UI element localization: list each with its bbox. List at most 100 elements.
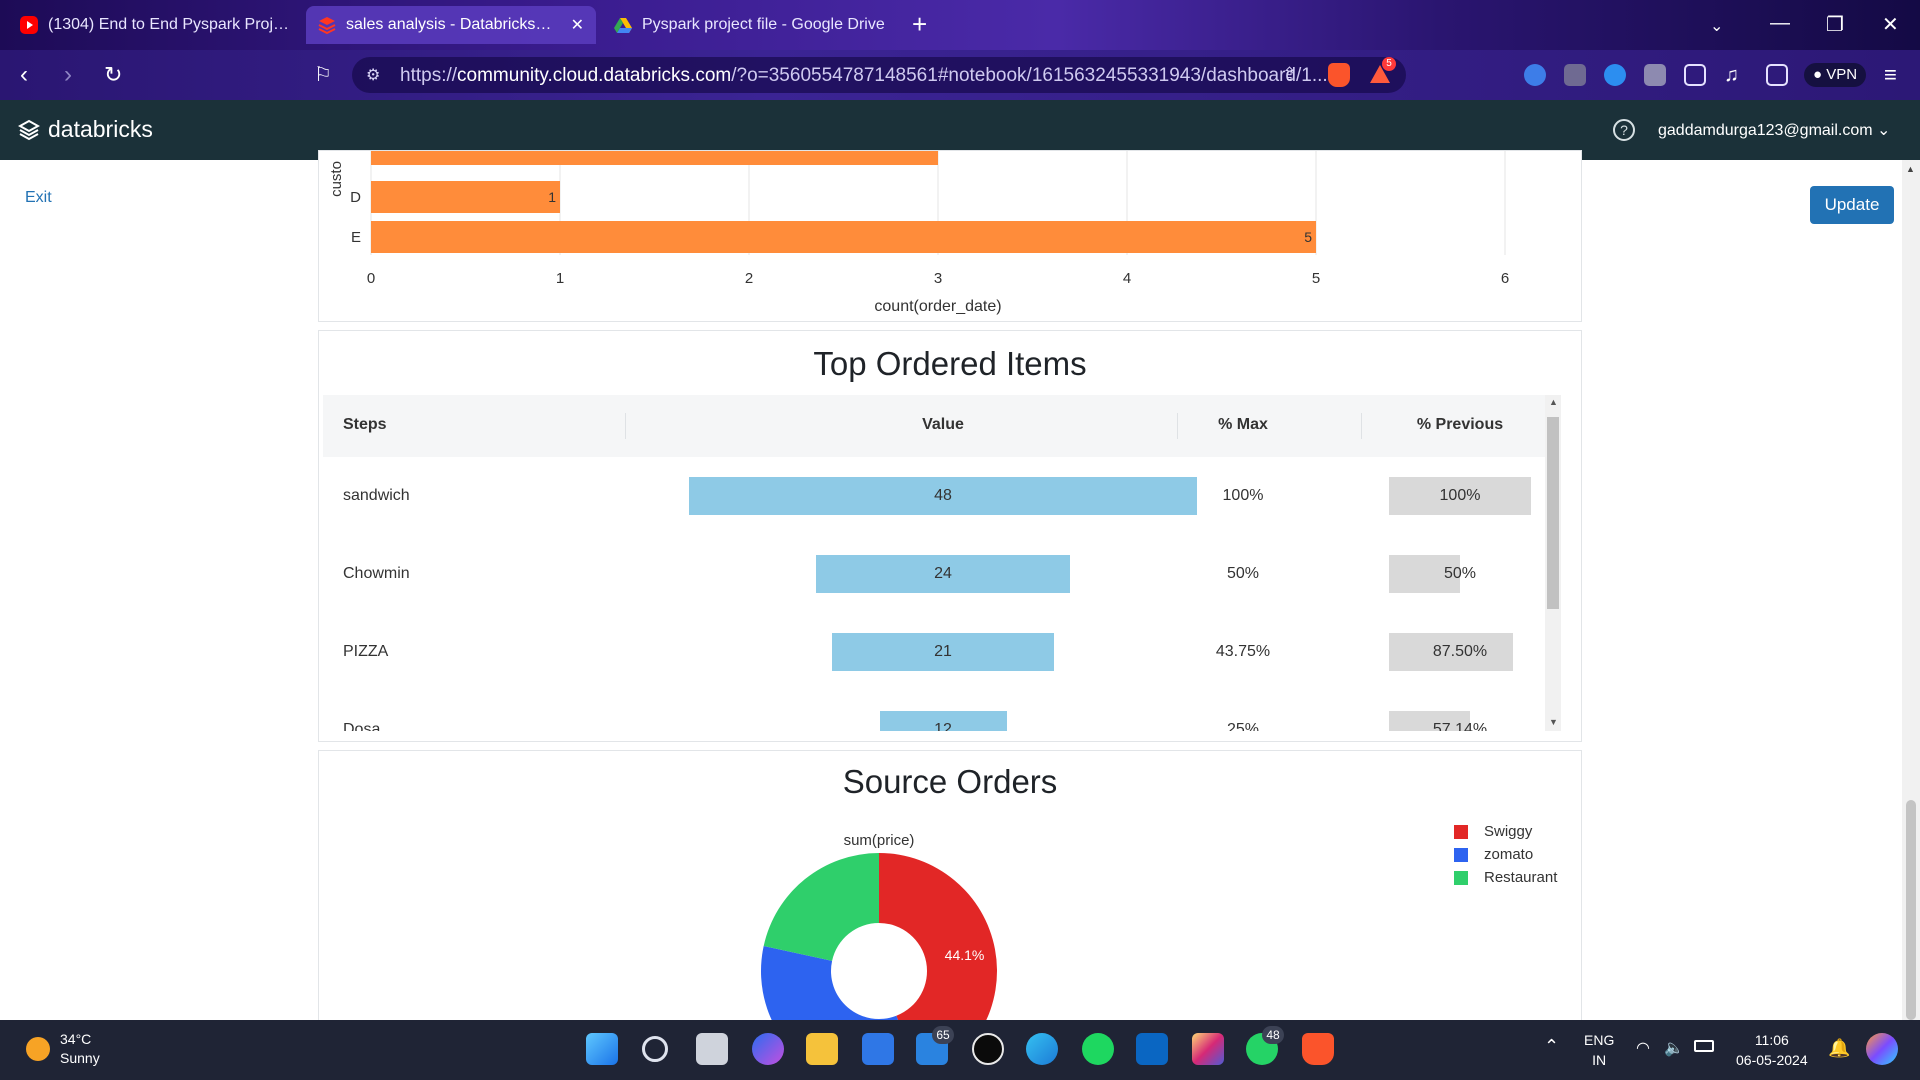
legend-item[interactable]: Swiggy [1454, 823, 1532, 840]
scroll-up-icon[interactable]: ▲ [1906, 164, 1915, 174]
windows-start-icon[interactable] [586, 1033, 618, 1065]
tab-search-chevron-icon[interactable]: ⌄ [1710, 16, 1723, 36]
exit-link[interactable]: Exit [25, 189, 52, 207]
wifi-icon[interactable]: ◠ [1636, 1038, 1650, 1058]
source-orders-panel: Source Orders 44.1%34.3%sum(price) Swigg… [318, 750, 1582, 1040]
restore-icon[interactable]: ❐ [1826, 12, 1844, 37]
x-tick-label: 4 [1123, 270, 1131, 287]
battery-icon[interactable] [1694, 1040, 1714, 1052]
funnel-table: Steps Value % Max % Previous sandwich 48 1… [323, 395, 1553, 731]
language-indicator[interactable]: ENG IN [1584, 1030, 1614, 1070]
value-bar: 12 [879, 711, 1007, 731]
lastpass-extension-icon[interactable] [1604, 64, 1626, 86]
page-scrollbar[interactable]: ▲ [1902, 160, 1920, 1020]
microsoft-store-icon[interactable] [862, 1033, 894, 1065]
tab-google-drive[interactable]: Pyspark project file - Google Drive [602, 6, 898, 44]
tab-youtube[interactable]: (1304) End to End Pyspark Project | P [8, 6, 302, 44]
column-header-pct-previous: % Previous [1416, 416, 1504, 433]
bar [371, 133, 938, 165]
instagram-icon[interactable] [1192, 1033, 1224, 1065]
file-explorer-icon[interactable] [806, 1033, 838, 1065]
legend-swatch [1454, 847, 1468, 862]
sun-icon [26, 1037, 50, 1061]
help-icon[interactable]: ? [1613, 119, 1635, 141]
reload-icon[interactable]: ↻ [104, 61, 122, 89]
scroll-down-icon[interactable]: ▼ [1549, 717, 1558, 727]
spotify-icon[interactable] [1082, 1033, 1114, 1065]
url-field[interactable]: ⚙ https://community.cloud.databricks.com… [352, 57, 1406, 93]
legend-item[interactable]: zomato [1454, 846, 1533, 863]
media-icon[interactable]: ♫ [1724, 61, 1739, 89]
chevron-up-icon[interactable]: ⌃ [1544, 1036, 1559, 1057]
forward-icon[interactable]: › [64, 61, 72, 89]
copilot-icon[interactable] [752, 1033, 784, 1065]
search-icon[interactable] [642, 1036, 668, 1062]
linkedin-icon[interactable] [1136, 1033, 1168, 1065]
databricks-logo[interactable]: databricks [18, 116, 153, 143]
x-tick-label: 0 [367, 270, 375, 287]
page-scrollbar-thumb[interactable] [1906, 800, 1916, 1020]
tab-databricks[interactable]: sales analysis - Databricks Comm ✕ [306, 6, 596, 44]
legend-label: zomato [1484, 846, 1534, 863]
dell-icon[interactable] [972, 1033, 1004, 1065]
pct-previous: 50% [1443, 565, 1477, 582]
translate-extension-icon[interactable] [1564, 64, 1586, 86]
column-header-steps: Steps [343, 416, 387, 433]
back-icon[interactable]: ‹ [20, 61, 28, 89]
notification-bell-icon[interactable]: 🔔 [1828, 1038, 1850, 1059]
menu-icon[interactable]: ≡ [1884, 61, 1897, 89]
y-axis-label: custo [328, 161, 345, 197]
databricks-logo-icon [18, 119, 40, 140]
share-icon[interactable]: ⇪ [1282, 64, 1297, 85]
copilot-preview-icon[interactable] [1866, 1033, 1898, 1065]
pct-previous: 87.50% [1432, 643, 1488, 660]
y-tick-label: D [350, 189, 361, 206]
close-tab-icon[interactable]: ✕ [571, 15, 584, 35]
update-button[interactable]: Update [1810, 186, 1894, 224]
x-tick-label: 6 [1501, 270, 1509, 287]
funnel-row: Dosa 12 25% 57.14% [323, 691, 1553, 731]
volume-icon[interactable]: 🔈 [1664, 1038, 1684, 1058]
youtube-icon [20, 16, 38, 34]
tab-title: Pyspark project file - Google Drive [642, 16, 885, 33]
table-scrollbar-thumb[interactable] [1547, 417, 1559, 609]
pct-previous-cell: 57.14% [1389, 711, 1531, 731]
extensions-puzzle-icon[interactable] [1684, 64, 1706, 86]
new-tab-button[interactable]: + [912, 10, 927, 38]
edge-icon[interactable] [1026, 1033, 1058, 1065]
close-window-icon[interactable]: ✕ [1882, 12, 1899, 37]
brave-shield-icon[interactable] [1328, 63, 1350, 87]
mail-badge: 65 [932, 1026, 954, 1044]
weather-widget[interactable]: 34°C Sunny [26, 1030, 100, 1068]
legend-label: Restaurant [1484, 869, 1558, 886]
user-menu[interactable]: gaddamdurga123@gmail.com ⌄ [1658, 120, 1890, 140]
vpn-button[interactable]: ● VPN [1804, 63, 1867, 87]
copy-extension-icon[interactable] [1644, 64, 1666, 86]
y-tick-label: E [351, 229, 361, 246]
minimize-icon[interactable]: — [1770, 12, 1790, 35]
legend-item[interactable]: Restaurant [1454, 869, 1557, 886]
chevron-down-icon: ⌄ [1877, 122, 1891, 139]
clock[interactable]: 11:06 06-05-2024 [1736, 1030, 1808, 1070]
column-header-pct-max: % Max [1218, 416, 1268, 433]
column-header-value: Value [922, 416, 964, 433]
table-scrollbar[interactable]: ▲ ▼ [1545, 395, 1561, 731]
extension-icon[interactable] [1524, 64, 1546, 86]
browser-tab-bar: (1304) End to End Pyspark Project | P sa… [0, 0, 1920, 50]
column-divider [1361, 413, 1362, 439]
funnel-row: Chowmin 24 50% 50% [323, 535, 1553, 613]
brave-taskbar-icon[interactable] [1302, 1033, 1334, 1065]
site-settings-icon[interactable]: ⚙ [366, 65, 380, 85]
bookmark-icon[interactable]: ⚐ [314, 61, 332, 89]
pie-slice-restaurant [763, 853, 879, 961]
pct-previous-cell: 100% [1389, 477, 1531, 515]
value-bar: 24 [816, 555, 1070, 593]
url-text: https://community.cloud.databricks.com/?… [400, 65, 1328, 86]
wallet-icon[interactable] [1766, 64, 1788, 86]
bar-chart: 0 1 2 3 4 5 6 D 1 E 5 custo count(order_date) [328, 133, 1509, 315]
databricks-icon [318, 16, 336, 35]
bar-chart-panel: 0 1 2 3 4 5 6 D 1 E 5 custo count(order_date) [318, 133, 1582, 322]
task-view-icon[interactable] [696, 1033, 728, 1065]
step-label: PIZZA [343, 643, 389, 660]
scroll-up-icon[interactable]: ▲ [1549, 397, 1558, 407]
